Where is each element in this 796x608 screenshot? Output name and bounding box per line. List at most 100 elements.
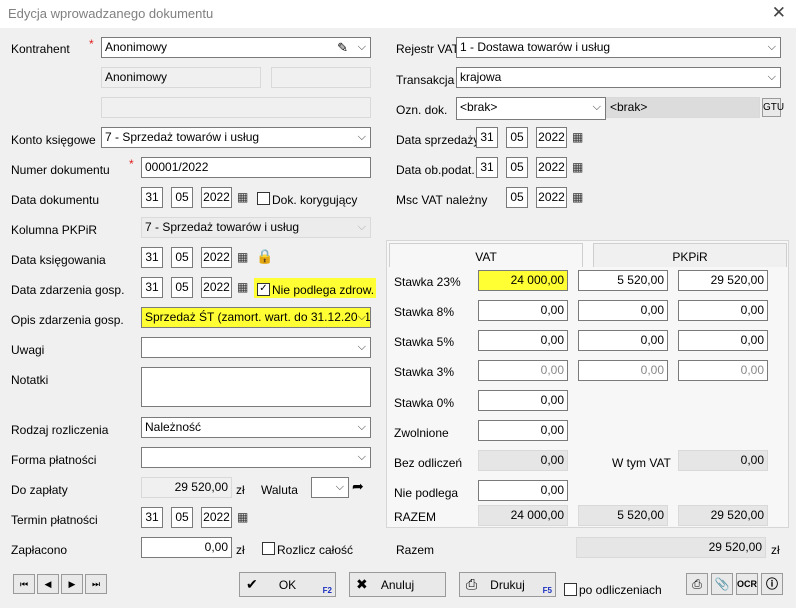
zaplacono-label: Zapłacono <box>11 543 68 557</box>
month-input[interactable]: 05 <box>171 247 193 268</box>
prev-record-button[interactable]: ◀ <box>37 574 59 594</box>
currency-unit: zł <box>771 543 780 557</box>
close-icon[interactable]: ✕ <box>772 3 786 23</box>
cancel-button[interactable]: ✖ Anuluj <box>349 572 446 597</box>
chevron-down-icon[interactable]: ⌵ <box>358 38 366 57</box>
tab-vat[interactable]: VAT <box>389 243 583 267</box>
kontrahent-address-field <box>101 97 371 118</box>
zaplacono-input[interactable]: 0,00 <box>141 537 232 558</box>
tab-pkpir[interactable]: PKPiR <box>593 243 787 267</box>
year-input[interactable]: 2022 <box>536 187 567 208</box>
konto-select[interactable]: 7 - Sprzedaż towarów i usług ⌵ <box>101 127 371 148</box>
numer-input[interactable]: 00001/2022 <box>141 157 371 178</box>
notatki-label: Notatki <box>11 373 49 387</box>
po-odliczeniach-checkbox[interactable] <box>564 583 577 596</box>
last-record-button[interactable]: ⏭ <box>85 574 107 594</box>
month-input[interactable]: 05 <box>171 277 193 298</box>
paperclip-icon[interactable]: 📎 <box>711 573 733 595</box>
calendar-icon[interactable]: ▦ <box>237 250 248 264</box>
month-input[interactable]: 05 <box>506 187 528 208</box>
calendar-icon[interactable]: ▦ <box>237 190 248 204</box>
vat-input[interactable]: 0,00 <box>578 300 668 321</box>
month-input[interactable]: 05 <box>506 157 528 178</box>
chevron-down-icon: ⌵ <box>357 221 366 233</box>
chevron-down-icon: ⌵ <box>335 481 344 493</box>
year-input[interactable]: 2022 <box>201 507 232 528</box>
day-input[interactable]: 31 <box>141 247 163 268</box>
brutto-input[interactable]: 0,00 <box>678 330 768 351</box>
ocr-button[interactable]: OCR <box>736 573 758 595</box>
ok-button[interactable]: ✔ OK F2 <box>239 572 336 597</box>
notatki-textarea[interactable] <box>141 367 371 407</box>
netto-input[interactable]: 0,00 <box>478 360 568 381</box>
calendar-icon[interactable]: ▦ <box>572 160 583 174</box>
brutto-input[interactable]: 0,00 <box>678 300 768 321</box>
calendar-icon[interactable]: ▦ <box>572 190 583 204</box>
day-input[interactable]: 31 <box>476 127 498 148</box>
brutto-input[interactable]: 29 520,00 <box>678 270 768 291</box>
vat-input[interactable]: 0,00 <box>578 360 668 381</box>
arrow-share-icon[interactable]: ➦ <box>352 478 364 495</box>
month-input[interactable]: 05 <box>506 127 528 148</box>
ozn-select[interactable]: <brak> ⌵ <box>456 97 606 120</box>
opis-label: Opis zdarzenia gosp. <box>11 313 124 327</box>
currency-unit: zł <box>236 543 245 557</box>
gtu-button[interactable]: GTU <box>762 98 784 117</box>
chevron-down-icon: ⌵ <box>357 131 366 143</box>
waluta-label: Waluta <box>261 483 298 497</box>
info-icon[interactable]: ⓘ <box>761 573 783 595</box>
stawka-label: Stawka 3% <box>394 365 455 379</box>
day-input[interactable]: 31 <box>141 507 163 528</box>
ozn-label: Ozn. dok. <box>396 103 448 117</box>
data-sprzedazy-label: Data sprzedaży <box>396 133 480 147</box>
brutto-input[interactable]: 0,00 <box>678 360 768 381</box>
netto-input[interactable]: 0,00 <box>478 300 568 321</box>
edit-pencil-icon[interactable]: ✎ <box>337 38 348 57</box>
vat-input[interactable]: 0,00 <box>578 330 668 351</box>
transakcja-select[interactable]: krajowa ⌵ <box>456 67 781 88</box>
rejestr-select[interactable]: 1 - Dostawa towarów i usług ⌵ <box>456 37 781 58</box>
lock-icon[interactable]: 🔒 <box>256 248 273 265</box>
year-input[interactable]: 2022 <box>201 247 232 268</box>
nie-podlega-checkbox[interactable]: ✓ <box>257 283 270 296</box>
netto-input[interactable]: 24 000,00 <box>478 270 568 291</box>
print-button[interactable]: ⎙ Drukuj F5 <box>459 572 556 597</box>
year-input[interactable]: 2022 <box>536 157 567 178</box>
year-input[interactable]: 2022 <box>201 277 232 298</box>
rodzaj-select[interactable]: Należność ⌵ <box>141 417 371 438</box>
forma-select[interactable]: ⌵ <box>141 447 371 468</box>
day-input[interactable]: 31 <box>141 187 163 208</box>
year-input[interactable]: 2022 <box>536 127 567 148</box>
month-input[interactable]: 05 <box>171 507 193 528</box>
vat-input[interactable]: 5 520,00 <box>578 270 668 291</box>
year-input[interactable]: 2022 <box>201 187 232 208</box>
calendar-icon[interactable]: ▦ <box>237 280 248 294</box>
waluta-select[interactable]: ⌵ <box>311 477 349 498</box>
razem-vat: 5 520,00 <box>578 505 668 526</box>
day-input[interactable]: 31 <box>141 277 163 298</box>
uwagi-select[interactable]: ⌵ <box>141 337 371 358</box>
window-title: Edycja wprowadzanego dokumentu <box>8 6 214 21</box>
required-marker: * <box>89 37 94 51</box>
nie-podlega-input[interactable]: 0,00 <box>478 480 568 501</box>
printer-icon[interactable]: ⎙ <box>686 573 708 595</box>
day-input[interactable]: 31 <box>476 157 498 178</box>
bez-odliczen-value: 0,00 <box>478 450 568 471</box>
first-record-button[interactable]: ⏮ <box>13 574 35 594</box>
kontrahent-field[interactable]: Anonimowy ✎ ⌵ <box>101 37 371 58</box>
data-dokumentu-label: Data dokumentu <box>11 193 100 207</box>
do-zaplaty-value: 29 520,00 <box>141 477 232 498</box>
required-marker: * <box>129 157 134 171</box>
rozlicz-checkbox[interactable] <box>262 542 275 555</box>
po-odliczeniach-label: po odliczeniach <box>579 583 662 597</box>
kolumna-select[interactable]: 7 - Sprzedaż towarów i usług ⌵ <box>141 217 371 238</box>
dok-korygujacy-checkbox[interactable] <box>257 192 270 205</box>
month-input[interactable]: 05 <box>171 187 193 208</box>
next-record-button[interactable]: ▶ <box>61 574 83 594</box>
stawka-0-input[interactable]: 0,00 <box>478 390 568 411</box>
opis-select[interactable]: Sprzedaż ŚT (zamort. wart. do 31.12.2021… <box>141 307 371 328</box>
netto-input[interactable]: 0,00 <box>478 330 568 351</box>
calendar-icon[interactable]: ▦ <box>237 510 248 524</box>
zwolnione-input[interactable]: 0,00 <box>478 420 568 441</box>
calendar-icon[interactable]: ▦ <box>572 130 583 144</box>
